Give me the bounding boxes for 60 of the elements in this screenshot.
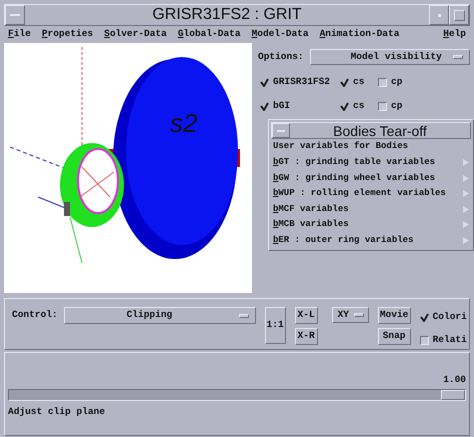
options-dropdown[interactable]: Model visibility <box>310 49 470 65</box>
window-menu-button[interactable] <box>5 5 25 25</box>
tearoff-menu-item[interactable]: bWUP : rolling element variables <box>273 186 469 202</box>
checked-checkbox[interactable] <box>260 102 269 111</box>
option-menu-indicator-icon <box>453 55 463 59</box>
checkbox[interactable] <box>378 78 387 87</box>
menu-item[interactable]: Help <box>443 27 466 42</box>
checked-checkbox[interactable] <box>340 102 349 111</box>
tearoff-menu-item[interactable]: bGW : grinding wheel variables <box>273 170 469 186</box>
submenu-arrow-icon <box>463 206 469 213</box>
tearoff-menu-item[interactable]: bER : outer ring variables <box>273 232 469 248</box>
option-menu-indicator-icon <box>238 314 249 318</box>
slider-track[interactable] <box>8 389 466 402</box>
menu-item[interactable]: Global-Data <box>178 27 241 42</box>
submenu-arrow-icon <box>463 236 469 244</box>
checkbox-label: Relati <box>432 333 467 348</box>
tearoff-menu-item[interactable]: bMCF variables <box>273 202 469 217</box>
side-button[interactable]: X-R <box>294 328 318 345</box>
checkbox[interactable] <box>378 102 387 111</box>
checked-checkbox[interactable] <box>340 78 349 87</box>
status-text: Adjust clip plane <box>8 405 106 420</box>
action-button[interactable]: Snap <box>378 328 411 345</box>
submenu-arrow-icon <box>463 159 469 166</box>
checkbox-label: cs <box>353 75 364 89</box>
tearoff-menu-item[interactable]: bMCB variables <box>273 217 469 232</box>
menu-item[interactable]: Propeties <box>42 27 94 42</box>
submenu-arrow-icon <box>463 174 469 182</box>
checkbox-label: cp <box>391 99 402 114</box>
checkbox-label: Colori <box>432 310 467 324</box>
plane-dropdown[interactable]: XY <box>332 307 369 323</box>
scale-button[interactable]: 1:1 <box>264 307 286 344</box>
checkbox[interactable] <box>420 336 429 345</box>
action-button[interactable]: Movie <box>378 307 411 324</box>
menu-item[interactable]: Solver-Data <box>104 27 167 42</box>
maximize-button[interactable] <box>449 5 469 25</box>
checkbox-label: bGI <box>273 99 290 114</box>
tearoff-header: User variables for Bodies <box>273 140 410 154</box>
submenu-arrow-icon <box>463 190 469 198</box>
control-label: Control: <box>12 308 58 322</box>
options-label: Options: <box>258 50 304 64</box>
tearoff-menu-item[interactable]: bGT : grinding table variables <box>273 155 469 170</box>
tearoff-menu-button[interactable] <box>272 123 290 138</box>
minimize-button[interactable] <box>429 5 449 25</box>
menu-item[interactable]: Animation-Data <box>320 27 400 42</box>
checkbox-label: cs <box>353 99 364 114</box>
slider-reading: 1.00 <box>443 373 466 387</box>
submenu-arrow-icon <box>463 221 469 228</box>
body-label: s2 <box>170 108 198 138</box>
menu-item[interactable]: File <box>8 27 31 42</box>
side-button[interactable]: X-L <box>294 307 318 324</box>
tearoff-title: Bodies Tear-off <box>332 124 428 138</box>
menu-item[interactable]: Model-Data <box>252 27 309 42</box>
window-title: GRISR31FS2 : GRIT <box>151 7 303 23</box>
checked-checkbox[interactable] <box>420 312 429 322</box>
checkbox-label: cp <box>391 75 402 89</box>
control-dropdown[interactable]: Clipping <box>64 307 256 324</box>
option-menu-indicator-icon <box>354 313 364 317</box>
checkbox-label: GRISR31FS2 <box>273 75 330 89</box>
slider-thumb[interactable] <box>441 390 465 400</box>
checked-checkbox[interactable] <box>260 78 269 87</box>
